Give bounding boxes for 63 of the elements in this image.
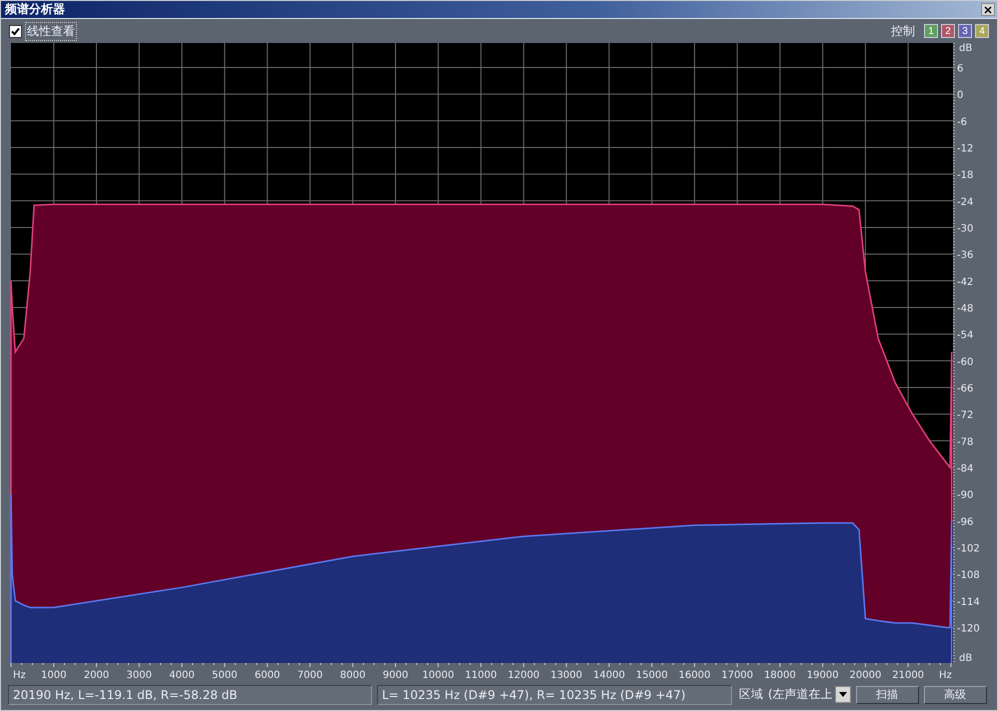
y-tick-label: -60: [957, 356, 974, 368]
y-tick-label: -30: [957, 223, 974, 234]
y-tick-label: -36: [957, 250, 974, 262]
x-tick-label: 11000: [465, 670, 497, 681]
y-tick-label: -108: [957, 570, 980, 582]
y-tick-label: 6: [957, 63, 964, 74]
x-tick-label: 5000: [212, 670, 238, 681]
x-tick-label: 7000: [297, 670, 323, 681]
window-title: 频谱分析器: [5, 1, 65, 18]
y-tick-label: -12: [957, 143, 974, 154]
y-tick-label: -90: [957, 490, 974, 502]
x-tick-label: 13000: [550, 670, 582, 681]
x-tick-label: 12000: [508, 670, 540, 681]
view-select[interactable]: (左声道在上: [768, 686, 833, 703]
y-unit-label: dB: [959, 653, 972, 664]
y-tick-label: -66: [957, 383, 974, 394]
action-button[interactable]: 高级: [924, 686, 987, 704]
linear-view-checkbox[interactable]: [9, 24, 22, 38]
close-icon: [984, 6, 992, 14]
x-tick-label: 9000: [382, 670, 408, 681]
y-tick-label: -42: [957, 276, 974, 288]
y-tick-label: -84: [957, 463, 974, 474]
y-tick-label: -48: [957, 303, 974, 314]
y-tick-label: -120: [957, 623, 980, 634]
x-tick-label: 21000: [892, 670, 924, 681]
x-tick-label: 20000: [850, 670, 882, 681]
cursor-readout: 20190 Hz, L=-119.1 dB, R=-58.28 dB: [8, 684, 372, 704]
x-tick-label: 4000: [169, 670, 195, 681]
y-tick-label: -24: [957, 196, 974, 208]
y-tick-label: -72: [957, 410, 974, 422]
y-tick-label: -6: [957, 116, 967, 128]
x-tick-label: 18000: [764, 670, 796, 681]
x-tick-label: 8000: [340, 670, 366, 681]
y-tick-label: -114: [957, 596, 980, 608]
x-unit-label: Hz: [939, 670, 952, 681]
y-tick-label: -102: [957, 543, 980, 554]
y-tick-label: -54: [957, 330, 974, 342]
close-button[interactable]: [981, 3, 995, 16]
view-label: 区域: [739, 686, 763, 703]
control-label: 控制: [891, 22, 915, 40]
x-tick-label: 6000: [254, 670, 280, 681]
channel-button[interactable]: 2: [941, 24, 955, 38]
x-tick-label: 17000: [721, 670, 754, 681]
x-tick-label: 15000: [636, 670, 668, 681]
y-tick-label: 0: [957, 90, 964, 102]
x-tick-label: 2000: [84, 670, 110, 681]
channel-button[interactable]: 4: [975, 24, 989, 38]
y-tick-label: -78: [957, 436, 974, 448]
linear-view-label[interactable]: 线性查看: [26, 22, 76, 40]
action-button[interactable]: 扫描: [856, 686, 919, 704]
channel-button[interactable]: 3: [958, 24, 972, 38]
x-tick-label: 14000: [593, 670, 625, 681]
x-tick-label: 1000: [41, 670, 66, 681]
x-tick-label: 3000: [126, 670, 152, 681]
x-tick-label: 19000: [806, 670, 839, 681]
channel-button[interactable]: 1: [924, 24, 938, 38]
x-unit-label: Hz: [13, 670, 26, 681]
x-tick-label: 10000: [422, 670, 454, 681]
x-tick-label: 16000: [678, 670, 710, 681]
y-unit-label: dB: [959, 43, 972, 54]
y-tick-label: -96: [957, 516, 974, 528]
y-tick-label: -18: [957, 170, 974, 182]
peak-readout: L= 10235 Hz (D#9 +47), R= 10235 Hz (D#9 +47): [377, 684, 732, 704]
